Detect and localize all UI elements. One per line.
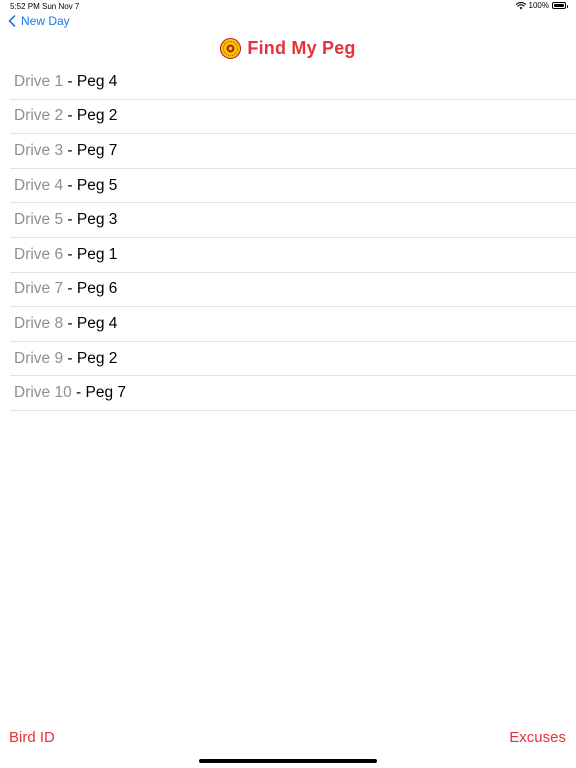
excuses-button[interactable]: Excuses <box>509 729 566 746</box>
status-date: Sun Nov 7 <box>42 2 80 11</box>
drive-label: Drive 8 <box>14 314 64 332</box>
status-time: 5:52 PM <box>10 2 40 11</box>
drive-list: Drive 1 - Peg 4 Drive 2 - Peg 2 Drive 3 … <box>10 65 576 411</box>
drive-label: Drive 7 <box>14 280 64 298</box>
battery-fill <box>554 4 564 7</box>
list-item[interactable]: Drive 2 - Peg 2 <box>10 100 576 135</box>
page-title: Find My Peg <box>247 37 356 58</box>
separator-text: - <box>63 141 77 159</box>
list-item[interactable]: Drive 8 - Peg 4 <box>10 307 576 342</box>
drive-label: Drive 4 <box>14 176 64 194</box>
drive-label: Drive 10 <box>14 384 72 402</box>
drive-label: Drive 1 <box>14 72 64 90</box>
screen: 5:52 PM Sun Nov 7 100% New Day Find My P… <box>0 0 576 768</box>
drive-label: Drive 3 <box>14 141 64 159</box>
separator-text: - <box>63 211 77 229</box>
drive-label: Drive 9 <box>14 349 64 367</box>
separator-text: - <box>63 176 77 194</box>
peg-label: Peg 2 <box>76 349 118 367</box>
list-item[interactable]: Drive 4 - Peg 5 <box>10 169 576 204</box>
peg-label: Peg 7 <box>76 141 118 159</box>
list-item[interactable]: Drive 3 - Peg 7 <box>10 134 576 169</box>
battery-icon <box>552 2 568 9</box>
peg-label: Peg 4 <box>76 72 118 90</box>
drive-label: Drive 5 <box>14 211 64 229</box>
separator-text: - <box>63 72 77 90</box>
separator-text: - <box>71 384 86 402</box>
logo-icon <box>220 37 242 59</box>
peg-label: Peg 4 <box>76 314 118 332</box>
status-indicators: 100% <box>515 1 568 10</box>
list-item[interactable]: Drive 6 - Peg 1 <box>10 238 576 273</box>
peg-label: Peg 1 <box>76 245 118 263</box>
bird-id-button[interactable]: Bird ID <box>9 729 55 746</box>
back-button[interactable]: New Day <box>8 13 70 29</box>
chevron-left-icon <box>8 15 16 27</box>
list-item[interactable]: Drive 9 - Peg 2 <box>10 342 576 377</box>
battery-percentage: 100% <box>528 1 549 10</box>
list-item[interactable]: Drive 5 - Peg 3 <box>10 203 576 238</box>
peg-label: Peg 7 <box>85 384 127 402</box>
separator-text: - <box>63 349 77 367</box>
list-item[interactable]: Drive 10 - Peg 7 <box>10 376 576 411</box>
peg-label: Peg 5 <box>76 176 118 194</box>
drive-label: Drive 6 <box>14 245 64 263</box>
wifi-icon <box>515 1 526 9</box>
home-indicator[interactable] <box>199 759 377 763</box>
separator-text: - <box>63 314 77 332</box>
peg-label: Peg 2 <box>76 107 118 125</box>
drive-label: Drive 2 <box>14 107 64 125</box>
list-item[interactable]: Drive 7 - Peg 6 <box>10 273 576 308</box>
status-bar: 5:52 PM Sun Nov 7 100% <box>0 0 576 14</box>
nav-title: Find My Peg <box>0 36 576 60</box>
peg-label: Peg 3 <box>76 211 118 229</box>
separator-text: - <box>63 280 77 298</box>
list-item[interactable]: Drive 1 - Peg 4 <box>10 65 576 100</box>
separator-text: - <box>63 245 77 263</box>
separator-text: - <box>63 107 77 125</box>
peg-label: Peg 6 <box>76 280 118 298</box>
back-button-label: New Day <box>21 14 70 28</box>
